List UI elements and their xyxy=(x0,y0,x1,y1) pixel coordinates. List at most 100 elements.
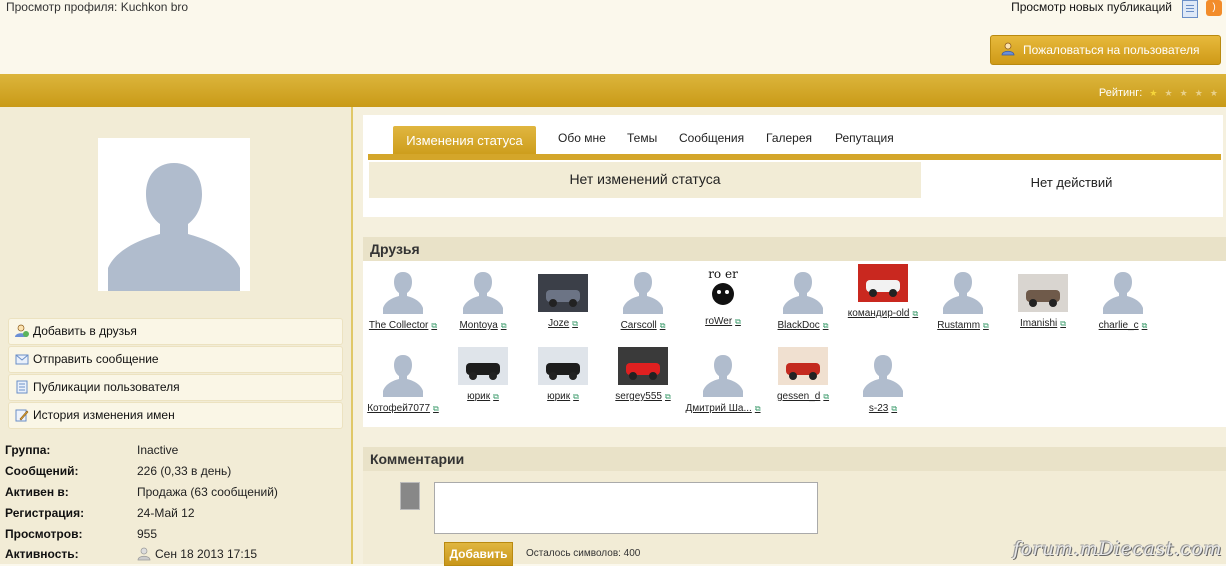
user-publications-button[interactable]: Публикации пользователя xyxy=(8,374,343,401)
external-link-icon[interactable]: ⧉ xyxy=(501,321,507,330)
friend-item[interactable]: BlackDoc ⧉ xyxy=(763,264,843,331)
document-icon[interactable] xyxy=(1182,0,1198,18)
friend-item[interactable]: The Collector ⧉ xyxy=(363,264,443,331)
friend-name-label[interactable]: командир-old xyxy=(848,308,910,319)
external-link-icon[interactable]: ⧉ xyxy=(573,392,579,401)
friend-avatar[interactable] xyxy=(858,347,908,397)
friend-name[interactable]: Imanishi ⧉ xyxy=(1003,318,1083,329)
friend-avatar[interactable] xyxy=(778,264,828,314)
friend-name[interactable]: BlackDoc ⧉ xyxy=(763,320,843,331)
external-link-icon[interactable]: ⧉ xyxy=(665,392,671,401)
friend-name-label[interactable]: Котофей7077 xyxy=(367,403,430,414)
friend-avatar[interactable] xyxy=(618,264,668,314)
external-link-icon[interactable]: ⧉ xyxy=(572,319,578,328)
tab-reputation[interactable]: Репутация xyxy=(835,131,894,145)
friend-avatar[interactable]: ro er xyxy=(698,264,748,310)
friend-name[interactable]: командир-old ⧉ xyxy=(843,308,923,319)
friend-item[interactable]: sergey555 ⧉ xyxy=(603,347,683,402)
friend-name[interactable]: The Collector ⧉ xyxy=(363,320,443,331)
friend-name-label[interactable]: charlie_c xyxy=(1099,320,1139,331)
tab-gallery[interactable]: Галерея xyxy=(766,131,812,145)
external-link-icon[interactable]: ⧉ xyxy=(660,321,666,330)
friend-name-label[interactable]: Montoya xyxy=(459,320,497,331)
add-friend-button[interactable]: Добавить в друзья xyxy=(8,318,343,345)
friend-name[interactable]: Montoya ⧉ xyxy=(443,320,523,331)
friend-name[interactable]: Котофей7077 ⧉ xyxy=(363,403,443,414)
external-link-icon[interactable]: ⧉ xyxy=(755,404,761,413)
friend-name[interactable]: roWer ⧉ xyxy=(683,316,763,327)
external-link-icon[interactable]: ⧉ xyxy=(1060,319,1066,328)
external-link-icon[interactable]: ⧉ xyxy=(983,321,989,330)
tab-status-changes[interactable]: Изменения статуса xyxy=(393,126,536,156)
friend-name[interactable]: gessen_d ⧉ xyxy=(763,391,843,402)
external-link-icon[interactable]: ⧉ xyxy=(823,392,829,401)
comment-input[interactable] xyxy=(434,482,818,534)
friend-name-label[interactable]: Rustamm xyxy=(937,320,980,331)
friend-avatar[interactable] xyxy=(858,264,908,302)
friend-name-label[interactable]: юрик xyxy=(467,391,490,402)
friend-name[interactable]: Rustamm ⧉ xyxy=(923,320,1003,331)
friend-avatar[interactable] xyxy=(458,264,508,314)
friend-avatar[interactable] xyxy=(1098,264,1148,314)
friend-avatar[interactable] xyxy=(538,274,588,312)
report-user-button[interactable]: Пожаловаться на пользователя xyxy=(990,35,1221,65)
friend-item[interactable]: Carscoll ⧉ xyxy=(603,264,683,331)
friend-name[interactable]: Дмитрий Ша... ⧉ xyxy=(683,403,763,414)
friend-item[interactable]: Montoya ⧉ xyxy=(443,264,523,331)
friend-name-label[interactable]: Дмитрий Ша... xyxy=(685,403,751,414)
friend-name[interactable]: sergey555 ⧉ xyxy=(603,391,683,402)
friend-item[interactable]: юрик ⧉ xyxy=(523,347,603,402)
friend-name[interactable]: s-23 ⧉ xyxy=(843,403,923,414)
name-history-button[interactable]: История изменения имен xyxy=(8,402,343,429)
external-link-icon[interactable]: ⧉ xyxy=(433,404,439,413)
friend-name-label[interactable]: юрик xyxy=(547,391,570,402)
friend-name-label[interactable]: gessen_d xyxy=(777,391,820,402)
new-publications-link[interactable]: Просмотр новых публикаций xyxy=(1011,0,1172,14)
tab-topics[interactable]: Темы xyxy=(627,131,657,145)
external-link-icon[interactable]: ⧉ xyxy=(735,317,741,326)
send-message-button[interactable]: Отправить сообщение xyxy=(8,346,343,373)
friend-item[interactable]: Rustamm ⧉ xyxy=(923,264,1003,331)
tab-about[interactable]: Обо мне xyxy=(558,131,606,145)
external-link-icon[interactable]: ⧉ xyxy=(493,392,499,401)
star-icon[interactable]: ★ xyxy=(1165,88,1173,98)
friend-avatar[interactable] xyxy=(378,264,428,314)
friend-name[interactable]: charlie_c ⧉ xyxy=(1083,320,1163,331)
external-link-icon[interactable]: ⧉ xyxy=(823,321,829,330)
friend-avatar[interactable] xyxy=(778,347,828,385)
friend-name[interactable]: Carscoll ⧉ xyxy=(603,320,683,331)
friend-name-label[interactable]: BlackDoc xyxy=(778,320,820,331)
tab-posts[interactable]: Сообщения xyxy=(679,131,744,145)
friend-item[interactable]: s-23 ⧉ xyxy=(843,347,923,414)
friend-name-label[interactable]: The Collector xyxy=(369,320,428,331)
friend-name-label[interactable]: roWer xyxy=(705,316,732,327)
star-icon[interactable]: ★ xyxy=(1195,88,1203,98)
star-icon[interactable]: ★ xyxy=(1210,88,1218,98)
friend-name-label[interactable]: s-23 xyxy=(869,403,888,414)
external-link-icon[interactable]: ⧉ xyxy=(891,404,897,413)
friend-avatar[interactable] xyxy=(618,347,668,385)
external-link-icon[interactable]: ⧉ xyxy=(912,309,918,318)
friend-name-label[interactable]: Carscoll xyxy=(621,320,657,331)
friend-name-label[interactable]: sergey555 xyxy=(615,391,662,402)
friend-item[interactable]: Котофей7077 ⧉ xyxy=(363,347,443,414)
friend-name[interactable]: юрик ⧉ xyxy=(443,391,523,402)
friend-avatar[interactable] xyxy=(698,347,748,397)
friend-avatar[interactable] xyxy=(938,264,988,314)
star-icon[interactable]: ★ xyxy=(1149,88,1157,98)
friend-name-label[interactable]: Imanishi xyxy=(1020,318,1057,329)
external-link-icon[interactable]: ⧉ xyxy=(431,321,437,330)
friend-item[interactable]: командир-old ⧉ xyxy=(843,264,923,319)
friend-item[interactable]: Imanishi ⧉ xyxy=(1003,274,1083,329)
friend-name-label[interactable]: Joze xyxy=(548,318,569,329)
friend-item[interactable]: Дмитрий Ша... ⧉ xyxy=(683,347,763,414)
friend-avatar[interactable] xyxy=(458,347,508,385)
add-comment-button[interactable]: Добавить xyxy=(444,542,513,566)
friend-item[interactable]: charlie_c ⧉ xyxy=(1083,264,1163,331)
friend-avatar[interactable] xyxy=(378,347,428,397)
friend-avatar[interactable] xyxy=(1018,274,1068,312)
friend-item[interactable]: gessen_d ⧉ xyxy=(763,347,843,402)
friend-item[interactable]: юрик ⧉ xyxy=(443,347,523,402)
star-icon[interactable]: ★ xyxy=(1180,88,1188,98)
friend-name[interactable]: юрик ⧉ xyxy=(523,391,603,402)
